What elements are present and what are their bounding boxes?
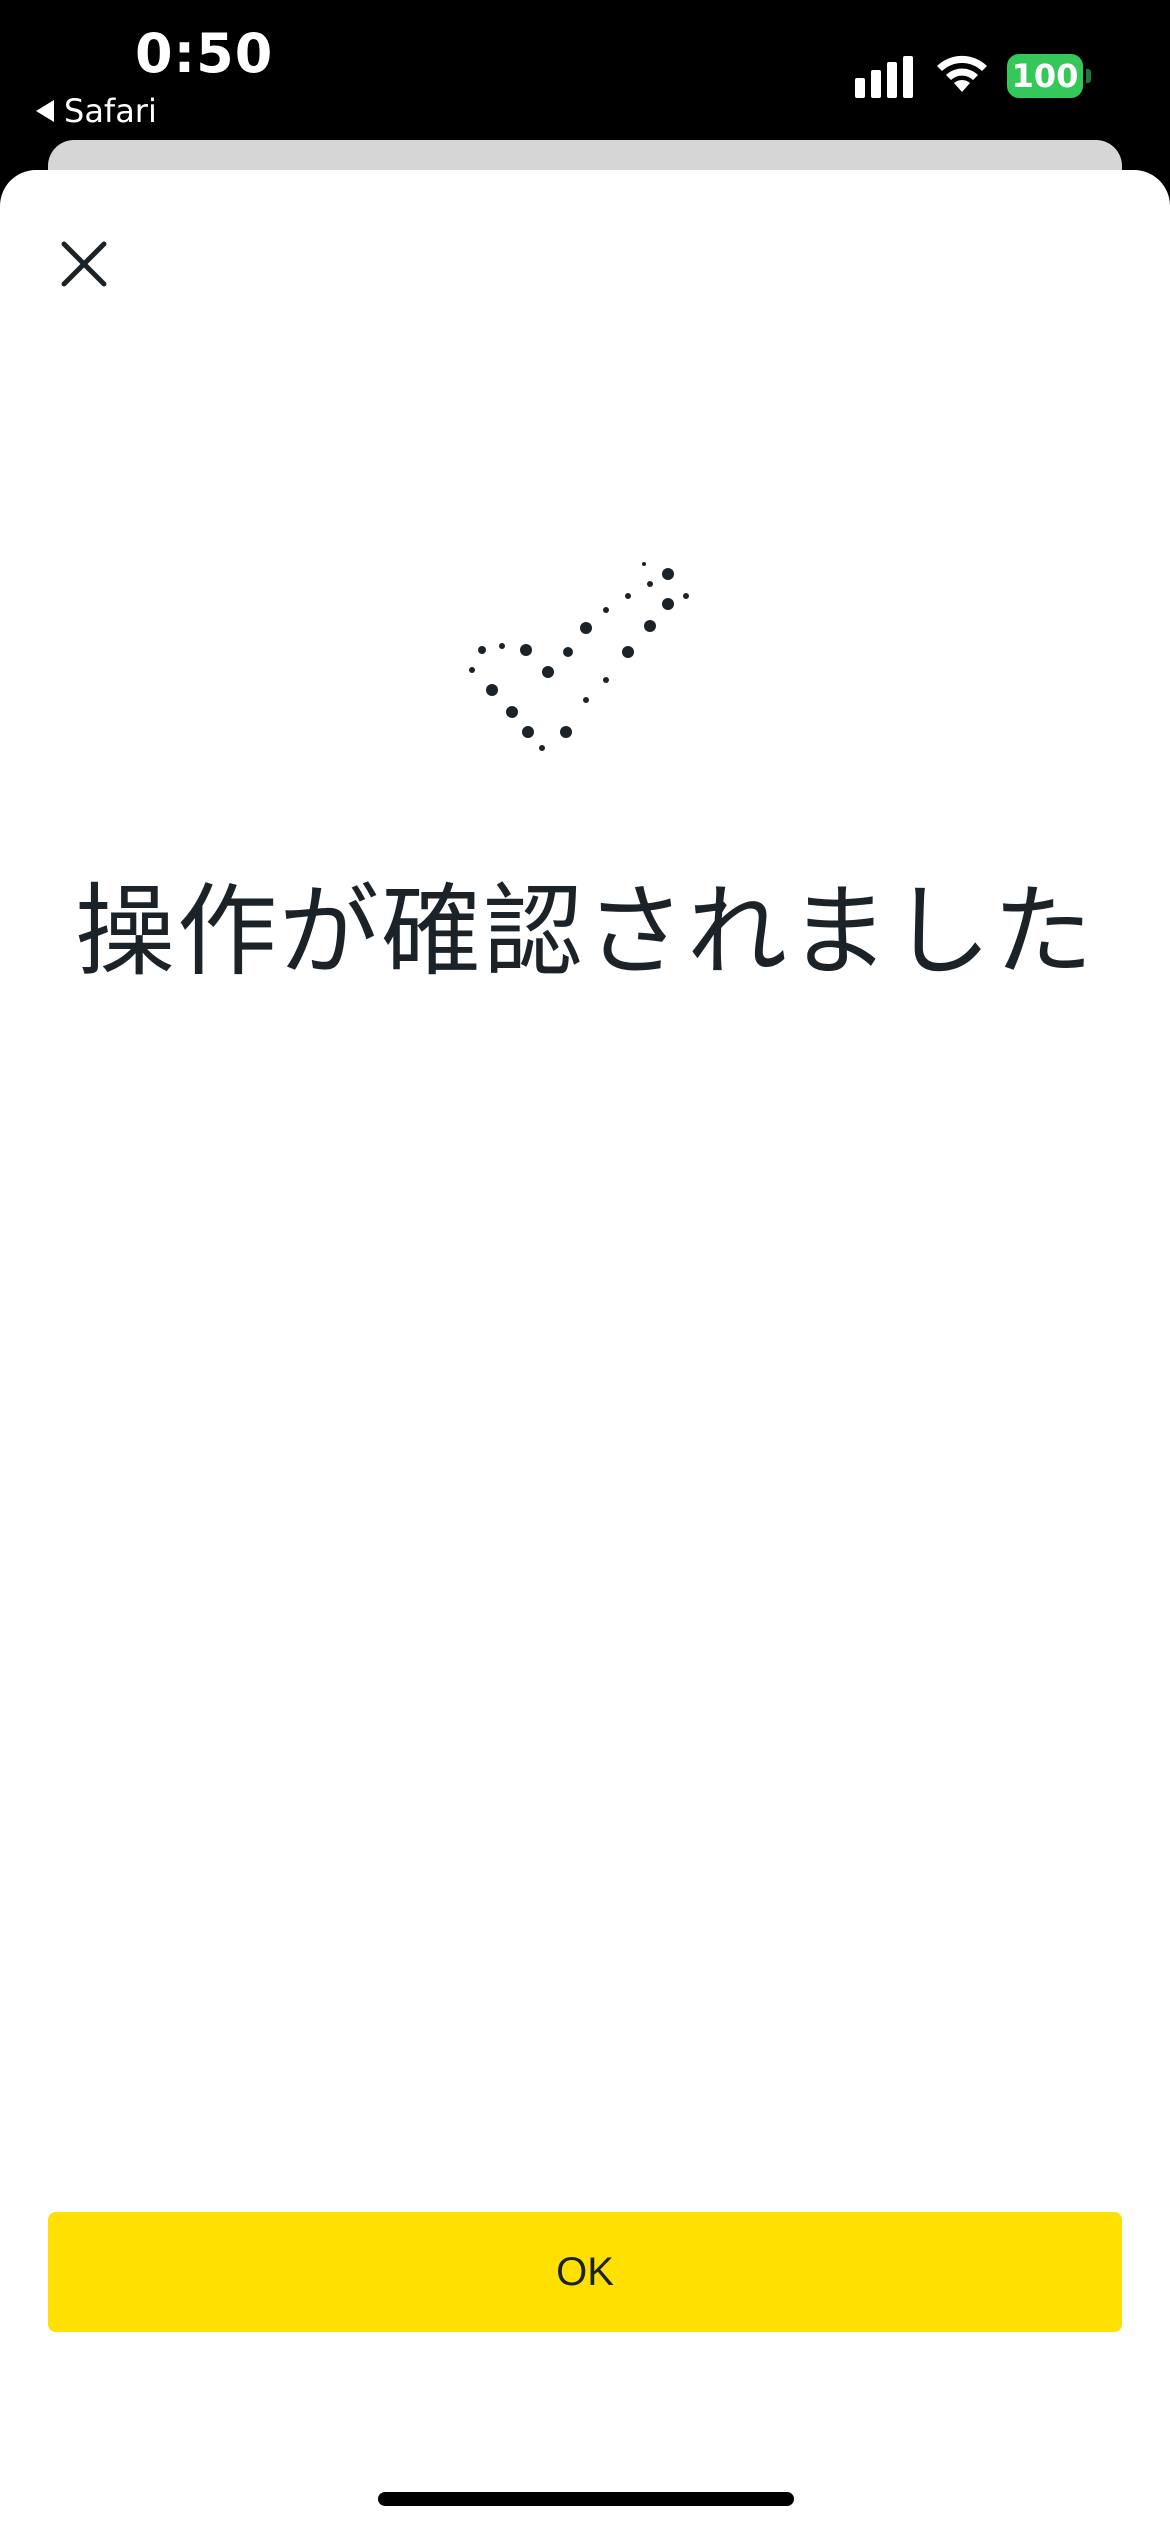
battery-tip [1086,69,1091,83]
close-icon [61,241,107,287]
back-app-label: Safari [64,92,157,130]
battery-level: 100 [1007,54,1083,98]
dotted-checkmark-icon [469,562,689,751]
battery-indicator: 100 [1007,54,1091,98]
close-button[interactable] [48,228,120,300]
cellular-signal-icon [855,56,913,98]
screen: 0:50 Safari 100 操作が確認されました OK [0,0,1170,2532]
back-arrow-icon [36,100,54,122]
confirmation-message: 操作が確認されました [75,873,1095,990]
home-indicator[interactable] [378,2492,794,2506]
confirmation-sheet: 操作が確認されました OK [0,170,1170,2532]
back-to-app-button[interactable]: Safari [36,92,157,130]
status-time: 0:50 [135,22,274,85]
status-bar: 0:50 Safari 100 [0,0,1170,140]
ok-button[interactable]: OK [48,2212,1122,2332]
wifi-icon [937,55,987,92]
